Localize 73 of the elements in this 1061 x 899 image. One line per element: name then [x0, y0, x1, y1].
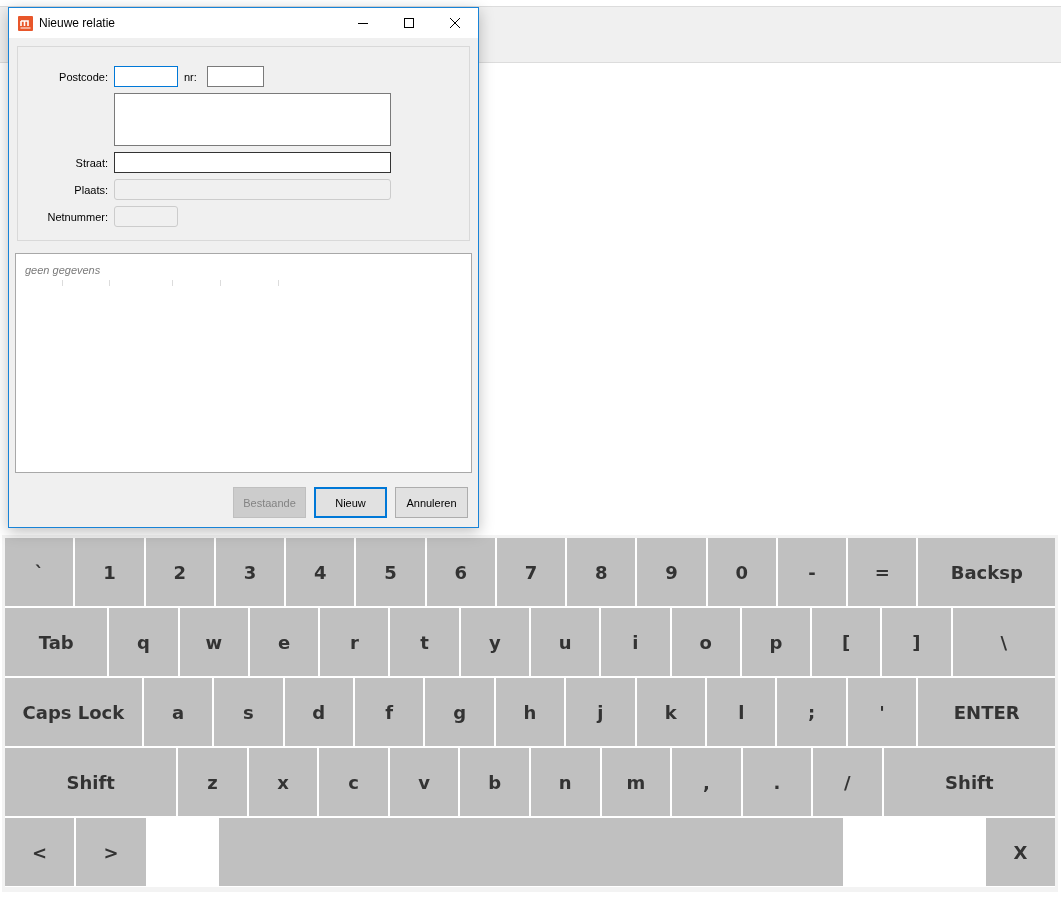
keyboard-key[interactable]: m: [601, 748, 671, 816]
input-field[interactable]: [114, 152, 391, 173]
keyboard-key[interactable]: 9: [637, 538, 706, 606]
keyboard-key[interactable]: ,: [672, 748, 741, 816]
keyboard-key[interactable]: ;: [777, 678, 846, 746]
text-area[interactable]: [114, 93, 391, 146]
keyboard-key[interactable]: f: [355, 678, 424, 746]
window-title: Nieuwe relatie: [39, 16, 117, 30]
keyboard-key[interactable]: v: [389, 748, 459, 816]
keyboard-key[interactable]: Shift: [5, 748, 177, 816]
keyboard-key[interactable]: Tab: [5, 608, 108, 676]
keyboard-key[interactable]: i: [601, 608, 670, 676]
keyboard-key[interactable]: n: [531, 748, 600, 816]
keyboard-key[interactable]: w: [179, 608, 248, 676]
results-list[interactable]: geen gegevens: [15, 253, 472, 473]
keyboard-key[interactable]: `: [5, 538, 74, 606]
dialog-button[interactable]: Nieuw: [314, 487, 387, 518]
keyboard-key[interactable]: a: [143, 678, 213, 746]
dialog-button[interactable]: Annuleren: [395, 487, 468, 518]
keyboard-key[interactable]: g: [425, 678, 494, 746]
keyboard-key[interactable]: 6: [426, 538, 495, 606]
close-icon: [450, 18, 460, 28]
keyboard-key[interactable]: [: [812, 608, 881, 676]
keyboard-key[interactable]: Caps Lock: [5, 678, 142, 746]
keyboard-key[interactable]: 5: [356, 538, 425, 606]
keyboard-key[interactable]: ]: [882, 608, 951, 676]
keyboard-key[interactable]: 1: [75, 538, 144, 606]
keyboard-key[interactable]: z: [178, 748, 247, 816]
keyboard-key[interactable]: <: [5, 818, 75, 886]
maximize-icon: [404, 18, 414, 28]
keyboard-key[interactable]: X: [985, 818, 1055, 886]
keyboard-key[interactable]: x: [248, 748, 318, 816]
keyboard-key[interactable]: /: [813, 748, 882, 816]
keyboard-key[interactable]: -: [777, 538, 847, 606]
empty-list-text: geen gegevens: [25, 264, 101, 276]
keyboard-key[interactable]: Shift: [883, 748, 1055, 816]
keyboard-key[interactable]: y: [460, 608, 529, 676]
keyboard-key[interactable]: t: [390, 608, 459, 676]
keyboard-key[interactable]: ': [847, 678, 917, 746]
keyboard-key[interactable]: 8: [567, 538, 636, 606]
keyboard-key[interactable]: k: [636, 678, 706, 746]
keyboard-key[interactable]: b: [460, 748, 529, 816]
keyboard-key[interactable]: 0: [707, 538, 776, 606]
input-field[interactable]: [206, 66, 264, 87]
keyboard-key[interactable]: c: [319, 748, 388, 816]
field-label: Postcode:: [58, 70, 108, 83]
keyboard-key[interactable]: 7: [496, 538, 566, 606]
keyboard-key[interactable]: j: [566, 678, 635, 746]
keyboard-key[interactable]: s: [214, 678, 283, 746]
keyboard-key[interactable]: d: [284, 678, 353, 746]
keyboard-key[interactable]: >: [76, 818, 146, 886]
keyboard-key[interactable]: r: [320, 608, 389, 676]
field-label: nr:: [184, 70, 197, 83]
keyboard-key[interactable]: h: [495, 678, 565, 746]
field-label: Straat:: [74, 156, 108, 169]
field-label: Netnummer:: [46, 210, 108, 223]
keyboard-key[interactable]: 3: [215, 538, 285, 606]
keyboard-key[interactable]: p: [741, 608, 811, 676]
field-label: Plaats:: [73, 183, 108, 196]
keyboard-key[interactable]: e: [249, 608, 319, 676]
app-logo-icon: [18, 15, 33, 31]
keyboard-key[interactable]: 4: [286, 538, 355, 606]
keyboard-key[interactable]: ENTER: [918, 678, 1056, 746]
keyboard-key[interactable]: u: [531, 608, 600, 676]
keyboard-key[interactable]: q: [109, 608, 178, 676]
keyboard-key[interactable]: .: [742, 748, 812, 816]
input-field[interactable]: [114, 66, 178, 87]
keyboard-key[interactable]: \: [952, 608, 1055, 676]
keyboard-key[interactable]: l: [707, 678, 776, 746]
keyboard-key[interactable]: 2: [145, 538, 214, 606]
keyboard-key[interactable]: o: [671, 608, 740, 676]
keyboard-key[interactable]: =: [848, 538, 917, 606]
keyboard-key[interactable]: Backsp: [918, 538, 1055, 606]
